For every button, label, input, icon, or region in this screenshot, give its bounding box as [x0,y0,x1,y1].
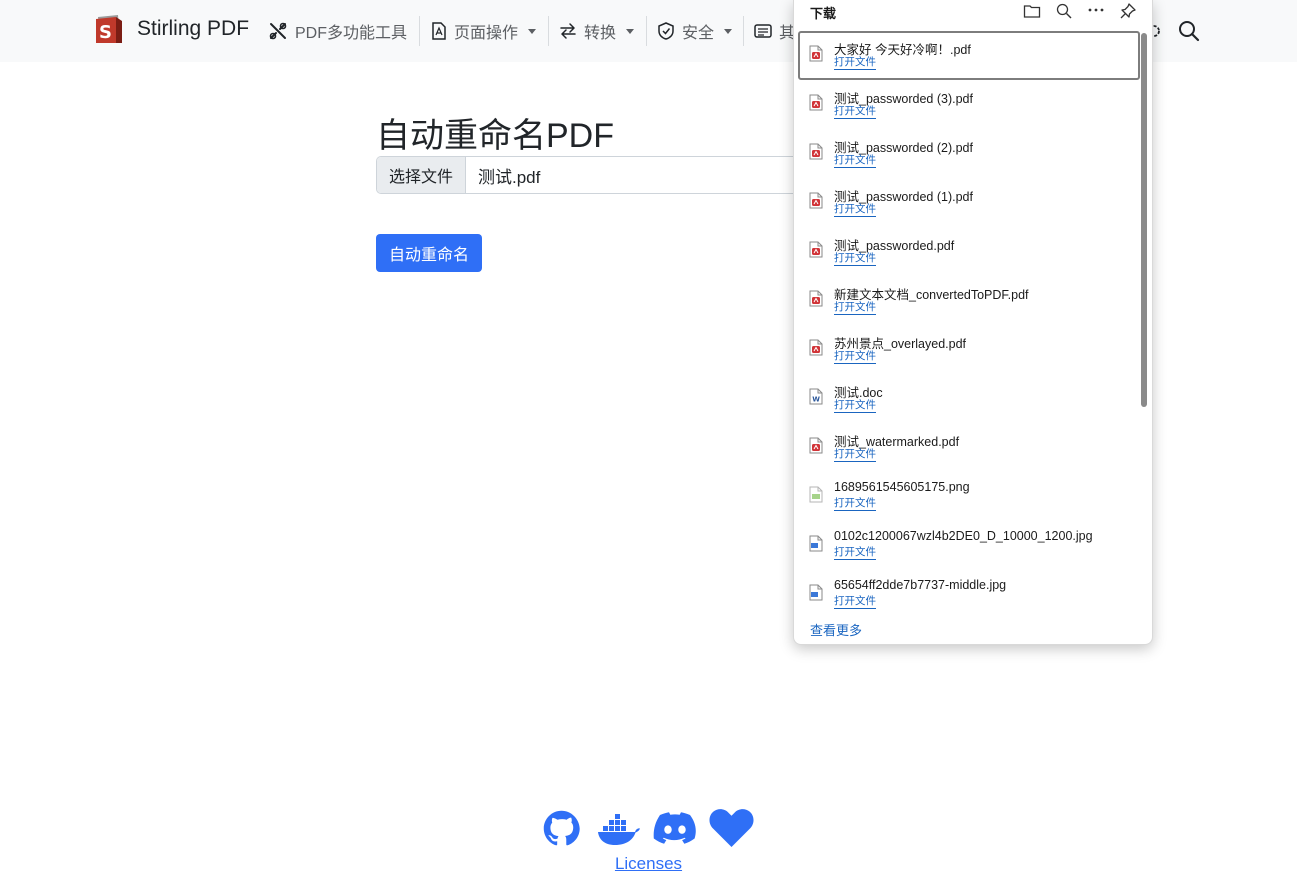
selected-file-name: 测试.pdf [478,167,541,187]
nav-divider [419,16,420,46]
discord-icon[interactable] [653,812,697,846]
open-file-link[interactable]: 打开文件 [834,301,876,315]
downloads-list: 大家好 今天好冷啊！.pdf 打开文件 测试_passworded (3).pdf 打… [798,31,1144,611]
download-file-name: 0102c1200067wzl4b2DE0_D_10000_1200.jpg [834,529,1093,543]
download-item[interactable]: 苏州景点_overlayed.pdf 打开文件 [798,325,1140,374]
chevron-down-icon [724,28,733,34]
open-file-link[interactable]: 打开文件 [834,56,876,70]
open-file-link[interactable]: 打开文件 [834,154,876,168]
footer-links [0,806,1297,850]
file-jpg-icon [809,535,823,557]
downloads-header: 下载 [794,0,1152,24]
scrollbar-thumb[interactable] [1141,33,1147,407]
file-pdf-icon [809,339,823,361]
nav-multi-tool-label: PDF多功能工具 [295,25,408,42]
download-item[interactable]: 大家好 今天好冷啊！.pdf 打开文件 [798,31,1140,80]
file-pdf-icon [809,45,823,67]
download-item[interactable]: 测试_passworded (3).pdf 打开文件 [798,80,1140,129]
open-file-link[interactable]: 打开文件 [834,399,876,413]
stirling-logo-icon: S [96,15,122,43]
auto-rename-button[interactable]: 自动重命名 [376,234,482,272]
downloads-scrollbar[interactable] [1140,33,1148,413]
nav-convert-label: 转换 [584,25,617,42]
file-jpg-icon [809,584,823,606]
file-pdf-icon [809,143,823,165]
github-icon[interactable] [543,810,580,847]
shield-icon [658,22,674,40]
file-pdf-icon [809,192,823,214]
file-doc-icon: W [809,388,823,410]
download-item[interactable]: W 测试.doc 打开文件 [798,374,1140,423]
download-item[interactable]: 65654ff2dde7b7737-middle.jpg 打开文件 [798,570,1140,611]
file-pdf-icon [809,290,823,312]
file-pdf-icon [809,437,823,459]
page-title: 自动重命名PDF [376,117,614,155]
open-file-link[interactable]: 打开文件 [834,595,876,609]
open-file-link[interactable]: 打开文件 [834,546,876,560]
more-icon[interactable] [1088,8,1104,12]
tools-icon [269,22,287,40]
nav-page-ops-label: 页面操作 [454,25,519,42]
download-file-name: 1689561545605175.png [834,480,970,494]
download-item[interactable]: 测试_passworded (1).pdf 打开文件 [798,178,1140,227]
docker-icon[interactable] [597,814,641,846]
nav-convert[interactable]: 转换 [559,16,635,46]
see-more-link[interactable]: 查看更多 [810,620,862,639]
brand[interactable]: S Stirling PDF [94,12,249,46]
download-item[interactable]: 1689561545605175.png 打开文件 [798,472,1140,521]
chevron-down-icon [528,28,537,34]
file-png-icon [809,486,823,508]
download-item[interactable]: 测试_watermarked.pdf 打开文件 [798,423,1140,472]
svg-text:S: S [99,22,112,43]
heart-icon[interactable] [709,808,754,848]
choose-file-button[interactable]: 选择文件 [377,157,466,193]
list-card-icon [754,24,772,38]
search-icon[interactable] [1056,3,1072,19]
nav-other[interactable]: 其 [754,16,795,46]
nav-divider [646,16,647,46]
download-item[interactable]: 0102c1200067wzl4b2DE0_D_10000_1200.jpg 打开… [798,521,1140,570]
download-item[interactable]: 新建文本文档_convertedToPDF.pdf 打开文件 [798,276,1140,325]
nav-divider [548,16,549,46]
search-icon[interactable] [1178,20,1200,42]
file-input[interactable]: 选择文件 测试.pdf [376,156,806,194]
open-file-link[interactable]: 打开文件 [834,497,876,511]
brand-name: Stirling PDF [137,17,250,40]
licenses-link[interactable]: Licenses [615,854,682,873]
file-pdf-icon [809,94,823,116]
file-pdf-icon [432,22,446,40]
open-file-link[interactable]: 打开文件 [834,448,876,462]
pin-icon[interactable] [1119,2,1137,20]
open-file-link[interactable]: 打开文件 [834,203,876,217]
svg-text:W: W [812,396,820,404]
open-file-link[interactable]: 打开文件 [834,252,876,266]
file-pdf-icon [809,241,823,263]
downloads-title: 下载 [810,6,837,21]
nav-divider [743,16,744,46]
open-file-link[interactable]: 打开文件 [834,105,876,119]
chevron-down-icon [626,28,635,34]
nav-page-ops[interactable]: 页面操作 [431,16,537,46]
nav-security-label: 安全 [682,25,715,42]
nav-security[interactable]: 安全 [657,16,733,46]
download-file-name: 65654ff2dde7b7737-middle.jpg [834,578,1007,592]
nav-multi-tool[interactable]: PDF多功能工具 [268,16,407,46]
downloads-panel: 下载 大家好 今天好冷啊！.pdf 打开文件 测试_passworded (3).p… [793,0,1153,645]
arrows-swap-icon [560,23,576,39]
folder-icon[interactable] [1023,3,1041,19]
download-item[interactable]: 测试_passworded (2).pdf 打开文件 [798,129,1140,178]
download-item[interactable]: 测试_passworded.pdf 打开文件 [798,227,1140,276]
open-file-link[interactable]: 打开文件 [834,350,876,364]
licenses-footer: Licenses [0,854,1297,874]
